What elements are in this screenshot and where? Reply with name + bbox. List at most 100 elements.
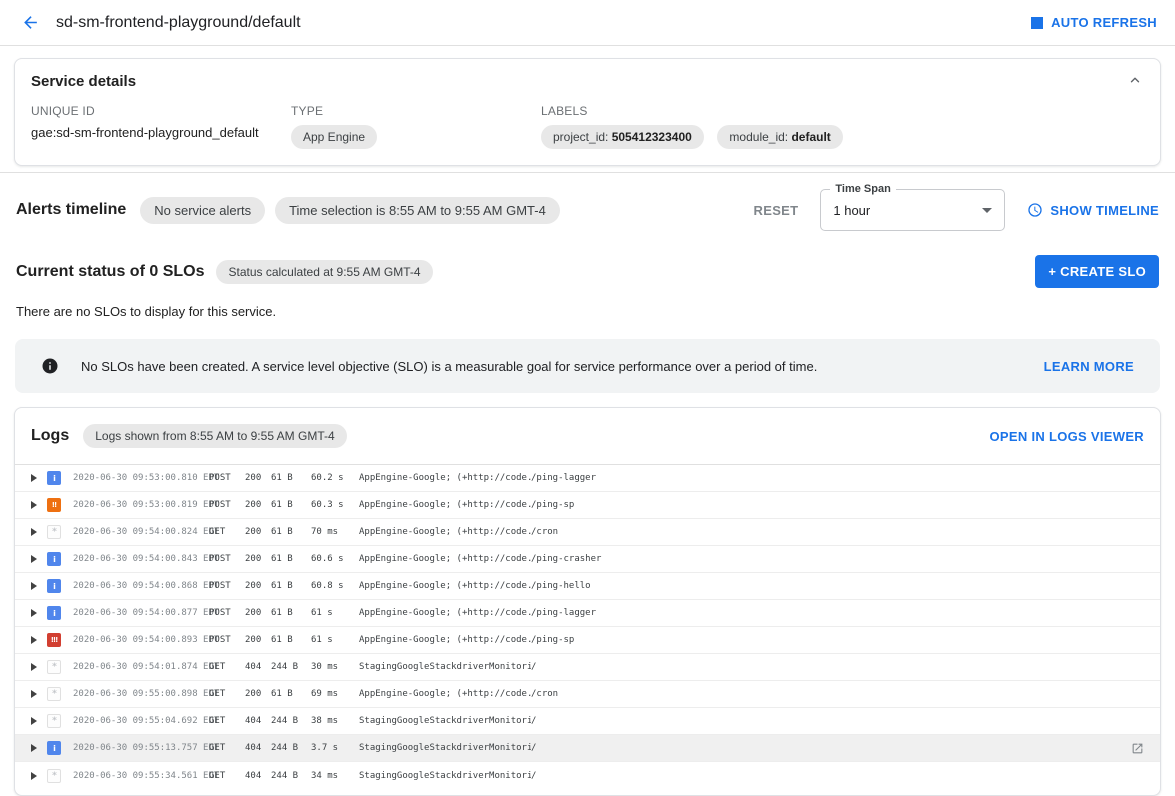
log-status-code: 404	[245, 743, 271, 753]
service-details-title: Service details	[31, 73, 1144, 90]
severity-info-icon: i	[47, 579, 61, 593]
log-timestamp: 2020-06-30 09:54:00.893 EDT	[73, 635, 203, 645]
log-response-size: 244 B	[271, 716, 311, 726]
labels-label: LABELS	[541, 104, 1144, 118]
log-timestamp: 2020-06-30 09:54:00.877 EDT	[73, 608, 203, 618]
log-row[interactable]: i 2020-06-30 09:53:00.810 EDT POST 200 6…	[15, 465, 1160, 492]
log-method: POST	[209, 608, 245, 618]
log-response-size: 61 B	[271, 527, 311, 537]
log-latency: 61 s	[311, 635, 359, 645]
label-value: default	[791, 130, 830, 144]
create-slo-button[interactable]: + CREATE SLO	[1035, 255, 1159, 288]
log-row[interactable]: * 2020-06-30 09:55:34.561 EDT GET 404 24…	[15, 762, 1160, 789]
type-field: TYPE App Engine	[291, 104, 541, 149]
log-timestamp: 2020-06-30 09:54:00.843 EDT	[73, 554, 203, 564]
log-status-code: 200	[245, 635, 271, 645]
log-status-code: 200	[245, 689, 271, 699]
alerts-chips: No service alerts Time selection is 8:55…	[140, 197, 560, 224]
log-row[interactable]: i 2020-06-30 09:54:00.868 EDT POST 200 6…	[15, 573, 1160, 600]
show-timeline-button[interactable]: SHOW TIMELINE	[1027, 202, 1159, 218]
reset-button[interactable]: RESET	[754, 203, 799, 218]
chevron-up-icon	[1128, 73, 1142, 87]
expand-row-icon[interactable]	[31, 501, 37, 509]
log-row[interactable]: i 2020-06-30 09:54:00.877 EDT POST 200 6…	[15, 600, 1160, 627]
time-selection-chip: Time selection is 8:55 AM to 9:55 AM GMT…	[275, 197, 560, 224]
log-user-agent: AppEngine-Google; (+http://code.googl…	[359, 581, 531, 591]
log-latency: 61 s	[311, 608, 359, 618]
expand-row-icon[interactable]	[31, 663, 37, 671]
log-timestamp: 2020-06-30 09:54:00.824 EDT	[73, 527, 203, 537]
log-path: /	[531, 771, 1144, 781]
log-user-agent: AppEngine-Google; (+http://code.googl…	[359, 473, 531, 483]
log-path: /	[531, 743, 1123, 753]
collapse-card-button[interactable]	[1128, 73, 1142, 90]
expand-row-icon[interactable]	[31, 528, 37, 536]
page-title: sd-sm-frontend-playground/default	[56, 14, 301, 32]
service-details-fields: UNIQUE ID gae:sd-sm-frontend-playground_…	[31, 104, 1144, 149]
log-row[interactable]: !!! 2020-06-30 09:54:00.893 EDT POST 200…	[15, 627, 1160, 654]
log-row[interactable]: * 2020-06-30 09:54:00.824 EDT GET 200 61…	[15, 519, 1160, 546]
log-latency: 30 ms	[311, 662, 359, 672]
label-chip-module-id: module_id: default	[717, 125, 842, 149]
log-user-agent: AppEngine-Google; (+http://code.googl…	[359, 689, 531, 699]
log-row[interactable]: !! 2020-06-30 09:53:00.819 EDT POST 200 …	[15, 492, 1160, 519]
log-timestamp: 2020-06-30 09:55:13.757 EDT	[73, 743, 203, 753]
open-in-logs-viewer-link[interactable]: OPEN IN LOGS VIEWER	[990, 429, 1145, 444]
log-response-size: 61 B	[271, 635, 311, 645]
log-status-code: 404	[245, 771, 271, 781]
expand-row-icon[interactable]	[31, 690, 37, 698]
severity-info-icon: i	[47, 471, 61, 485]
log-latency: 60.3 s	[311, 500, 359, 510]
log-user-agent: AppEngine-Google; (+http://code.googl…	[359, 608, 531, 618]
log-path: /ping-lagger	[531, 473, 1144, 483]
log-method: POST	[209, 554, 245, 564]
log-row[interactable]: * 2020-06-30 09:55:00.898 EDT GET 200 61…	[15, 681, 1160, 708]
time-span-select[interactable]: Time Span 1 hour	[820, 189, 1005, 231]
log-response-size: 61 B	[271, 608, 311, 618]
log-timestamp: 2020-06-30 09:53:00.819 EDT	[73, 500, 203, 510]
log-method: GET	[209, 662, 245, 672]
expand-row-icon[interactable]	[31, 717, 37, 725]
log-path: /ping-sp	[531, 635, 1144, 645]
log-method: POST	[209, 635, 245, 645]
logs-header: Logs Logs shown from 8:55 AM to 9:55 AM …	[15, 408, 1160, 465]
log-user-agent: StagingGoogleStackdriverMonitoring-Up…	[359, 662, 531, 672]
log-row[interactable]: * 2020-06-30 09:55:04.692 EDT GET 404 24…	[15, 708, 1160, 735]
back-button[interactable]	[18, 11, 42, 35]
open-log-button[interactable]	[1131, 742, 1144, 755]
time-span-value: 1 hour	[833, 203, 870, 218]
alerts-timeline-title: Alerts timeline	[16, 201, 126, 219]
log-row[interactable]: i 2020-06-30 09:54:00.843 EDT POST 200 6…	[15, 546, 1160, 573]
chevron-down-icon	[982, 208, 992, 213]
learn-more-link[interactable]: LEARN MORE	[1044, 359, 1134, 374]
info-icon	[41, 357, 59, 375]
log-row[interactable]: i 2020-06-30 09:55:13.757 EDT GET 404 24…	[15, 735, 1160, 762]
expand-row-icon[interactable]	[31, 555, 37, 563]
expand-row-icon[interactable]	[31, 474, 37, 482]
log-path: /ping-lagger	[531, 608, 1144, 618]
severity-default-icon: *	[47, 525, 61, 539]
log-user-agent: StagingGoogleStackdriverMonitoring-Up…	[359, 716, 531, 726]
log-path: /cron	[531, 527, 1144, 537]
label-key: module_id:	[729, 130, 791, 144]
log-response-size: 244 B	[271, 662, 311, 672]
alerts-timeline-section: Alerts timeline No service alerts Time s…	[0, 173, 1175, 241]
logs-title: Logs	[31, 427, 69, 445]
logs-range-chip-wrap: Logs shown from 8:55 AM to 9:55 AM GMT-4	[83, 424, 346, 448]
severity-error-icon: !!!	[47, 633, 61, 647]
log-row[interactable]: * 2020-06-30 09:54:01.874 EDT GET 404 24…	[15, 654, 1160, 681]
expand-row-icon[interactable]	[31, 744, 37, 752]
log-latency: 38 ms	[311, 716, 359, 726]
log-user-agent: AppEngine-Google; (+http://code.googl…	[359, 635, 531, 645]
log-method: GET	[209, 771, 245, 781]
expand-row-icon[interactable]	[31, 772, 37, 780]
log-status-code: 200	[245, 500, 271, 510]
log-response-size: 61 B	[271, 689, 311, 699]
log-status-code: 200	[245, 554, 271, 564]
expand-row-icon[interactable]	[31, 636, 37, 644]
auto-refresh-button[interactable]: AUTO REFRESH	[1031, 15, 1157, 30]
expand-row-icon[interactable]	[31, 609, 37, 617]
log-status-code: 200	[245, 608, 271, 618]
log-user-agent: StagingGoogleStackdriverMonitoring-Up…	[359, 771, 531, 781]
expand-row-icon[interactable]	[31, 582, 37, 590]
